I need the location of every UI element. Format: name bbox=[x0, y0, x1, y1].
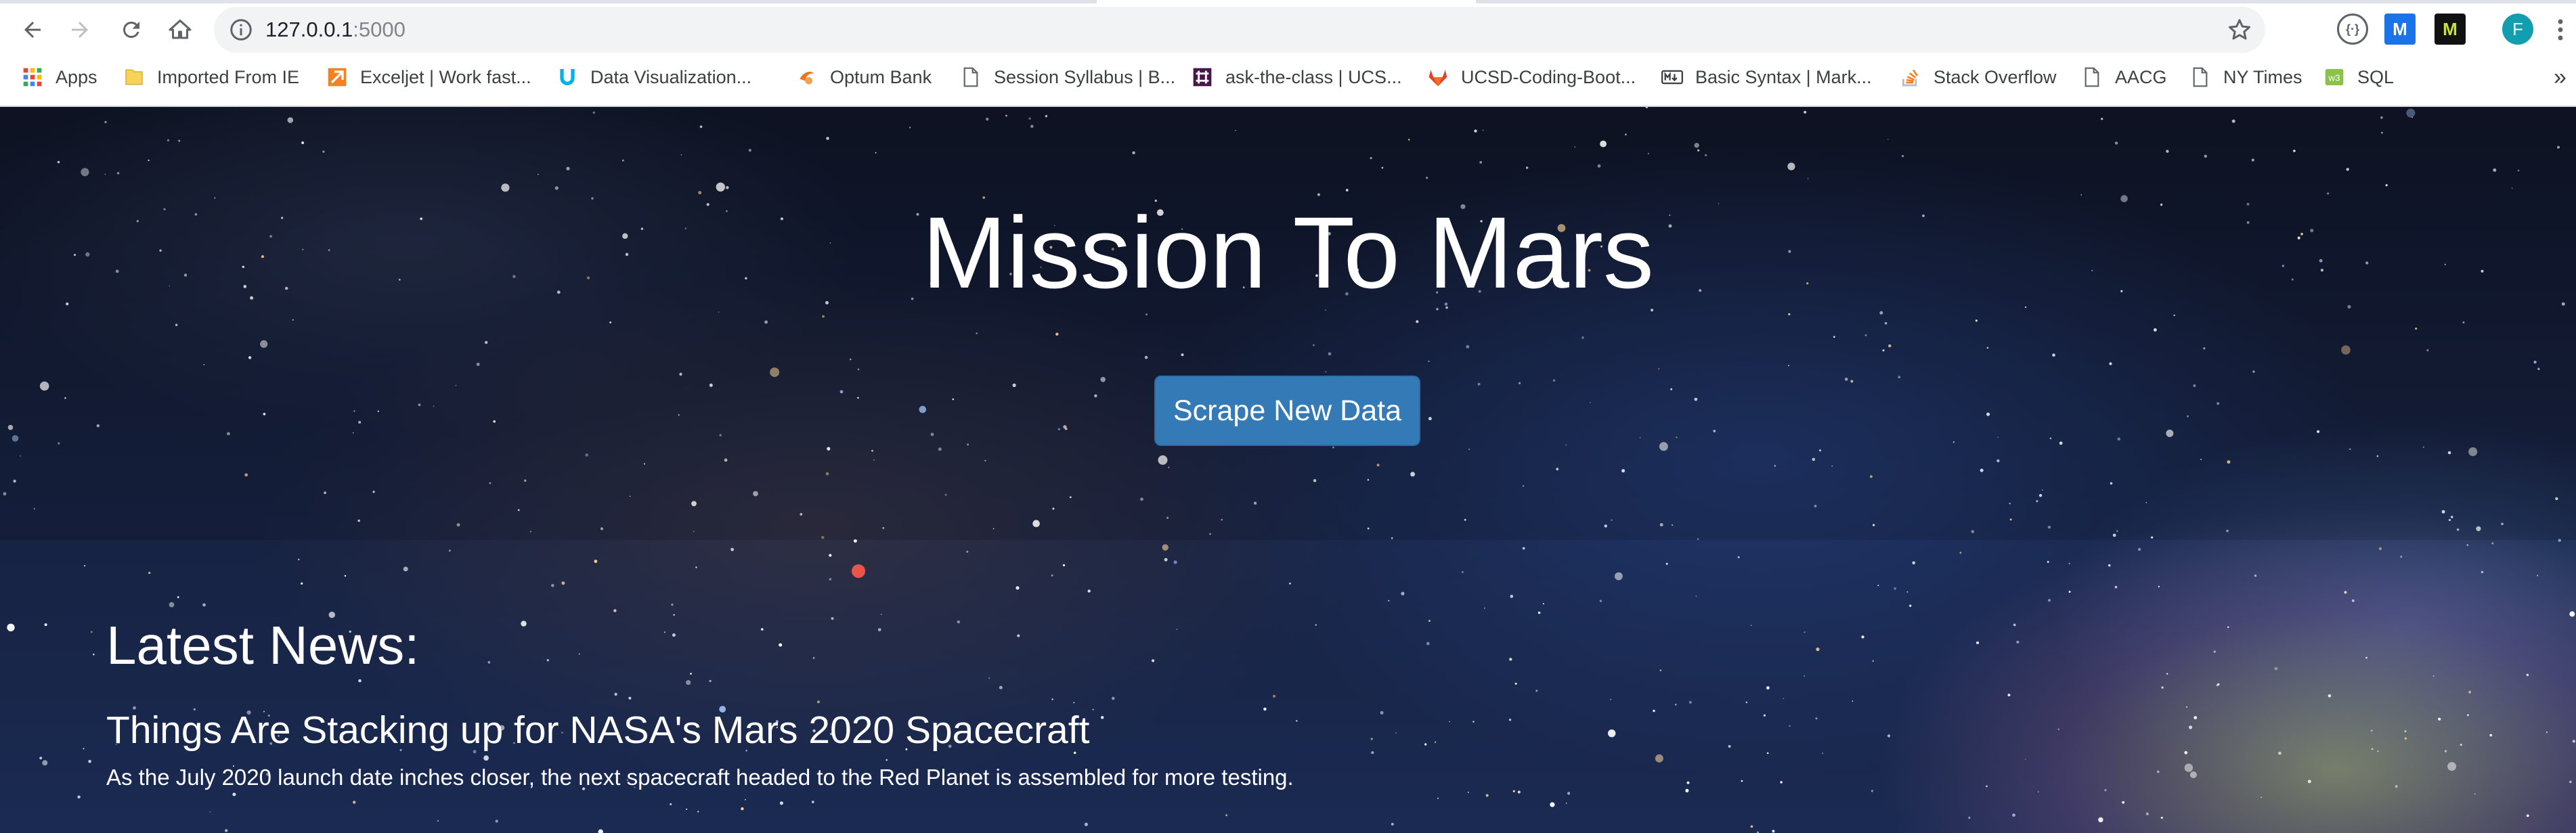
url-host: 127.0.0.1 bbox=[265, 18, 353, 41]
bookmark-data-visualization[interactable]: Data Visualization... bbox=[556, 58, 751, 96]
bookmark-label: Optum Bank bbox=[830, 66, 932, 87]
url-port: :5000 bbox=[353, 18, 406, 41]
code-extension-icon[interactable]: {·} bbox=[2337, 14, 2368, 45]
back-arrow-icon bbox=[24, 22, 41, 38]
optum-icon bbox=[800, 72, 814, 85]
m-green-extension-label: M bbox=[2443, 18, 2458, 39]
bookmark-label: Data Visualization... bbox=[590, 66, 752, 87]
w-extension-label: w bbox=[2297, 20, 2311, 38]
bookmark-stack-overflow[interactable]: Stack Overflow bbox=[1900, 58, 2057, 96]
m-blue-extension-label: M bbox=[2393, 18, 2407, 39]
bookmark-label: Exceljet | Work fast... bbox=[360, 66, 531, 87]
reload-icon bbox=[123, 21, 139, 38]
profile-avatar[interactable]: F bbox=[2502, 14, 2533, 45]
gitlab-icon bbox=[1428, 70, 1447, 87]
exceljet-icon bbox=[328, 68, 347, 87]
reload-button[interactable] bbox=[111, 9, 152, 50]
folder-icon bbox=[125, 69, 143, 85]
active-tab[interactable] bbox=[1097, 0, 1476, 3]
bookmark-label: Imported From IE bbox=[157, 66, 300, 87]
bookmark-label: Apps bbox=[56, 66, 97, 87]
w-extension-icon[interactable]: w bbox=[2288, 14, 2319, 45]
apps-grid-icon bbox=[23, 68, 42, 87]
bookmark-ny-times[interactable]: NY Times bbox=[2189, 58, 2302, 96]
page-icon bbox=[2084, 67, 2099, 87]
page-icon bbox=[2193, 67, 2208, 87]
sql-icon: w3 bbox=[2325, 69, 2344, 85]
address-bar[interactable]: 127.0.0.1:5000 bbox=[214, 7, 2265, 53]
tab-strip bbox=[0, 0, 2576, 3]
url-text[interactable]: 127.0.0.1:5000 bbox=[265, 7, 406, 53]
code-extension-label: {·} bbox=[2345, 22, 2359, 36]
page-title: Mission To Mars bbox=[922, 196, 1654, 309]
profile-initial: F bbox=[2512, 18, 2523, 39]
kebab-menu-icon bbox=[2558, 19, 2563, 41]
page-icon bbox=[963, 67, 978, 87]
home-icon bbox=[169, 20, 192, 39]
bookmark-label: Session Syllabus | B... bbox=[994, 66, 1176, 87]
bookmark-session-syllabus[interactable]: Session Syllabus | B... bbox=[960, 58, 1175, 96]
bookmark-apps[interactable]: Apps bbox=[22, 58, 97, 96]
bookmark-ask-the-class[interactable]: ask-the-class | UCS... bbox=[1192, 58, 1402, 96]
jumbotron bbox=[0, 107, 2576, 540]
svg-text:w3: w3 bbox=[2328, 72, 2340, 83]
bookmark-imported-from-ie[interactable]: Imported From IE bbox=[123, 58, 299, 96]
back-button[interactable] bbox=[12, 9, 53, 50]
home-button[interactable] bbox=[160, 9, 200, 50]
bookmark-label: Stack Overflow bbox=[1934, 66, 2057, 87]
news-title: Things Are Stacking up for NASA's Mars 2… bbox=[106, 708, 1090, 752]
bookmark-star-icon[interactable] bbox=[2226, 16, 2253, 43]
scrape-new-data-button[interactable]: Scrape New Data bbox=[1154, 376, 1420, 446]
bookmarks-overflow-button[interactable]: » bbox=[2554, 58, 2567, 96]
web-page: Mission To Mars Scrape New Data Latest N… bbox=[0, 107, 2576, 833]
browser-menu-button[interactable] bbox=[2547, 9, 2574, 50]
bookmark-exceljet[interactable]: Exceljet | Work fast... bbox=[326, 58, 531, 96]
bookmark-basic-syntax[interactable]: Basic Syntax | Mark... bbox=[1661, 58, 1872, 96]
markdown-icon bbox=[1661, 70, 1683, 85]
bookmark-ucsd-coding-boot[interactable]: UCSD-Coding-Boot... bbox=[1427, 58, 1636, 96]
bookmark-label: AACG bbox=[2115, 66, 2167, 87]
bookmark-label: SQL bbox=[2357, 66, 2395, 87]
bookmark-sql[interactable]: w3 SQL bbox=[2323, 58, 2394, 96]
forward-button[interactable] bbox=[60, 9, 100, 50]
udacity-icon bbox=[560, 69, 575, 85]
bookmark-label: ask-the-class | UCS... bbox=[1225, 66, 1402, 87]
latest-news-heading: Latest News: bbox=[106, 615, 420, 675]
overflow-chevron-icon: » bbox=[2554, 64, 2567, 90]
stackoverflow-icon bbox=[1902, 69, 1919, 87]
news-paragraph: As the July 2020 launch date inches clos… bbox=[106, 765, 1294, 790]
bookmark-label: UCSD-Coding-Boot... bbox=[1461, 66, 1636, 87]
bookmark-aacg[interactable]: AACG bbox=[2081, 58, 2167, 96]
slack-icon bbox=[1193, 68, 1212, 87]
bookmarks-bar: Apps Imported From IE Exceljet | Work fa… bbox=[0, 58, 2576, 96]
browser-chrome: 127.0.0.1:5000 w {·} M M F Apps Imported… bbox=[0, 0, 2576, 107]
bookmark-optum-bank[interactable]: Optum Bank bbox=[796, 58, 932, 96]
forward-arrow-icon bbox=[72, 22, 88, 38]
site-info-icon[interactable] bbox=[229, 18, 253, 42]
m-blue-extension-icon[interactable]: M bbox=[2384, 14, 2416, 45]
bookmark-label: Basic Syntax | Mark... bbox=[1695, 66, 1872, 87]
m-green-extension-icon[interactable]: M bbox=[2435, 14, 2466, 45]
bookmark-label: NY Times bbox=[2223, 66, 2302, 87]
